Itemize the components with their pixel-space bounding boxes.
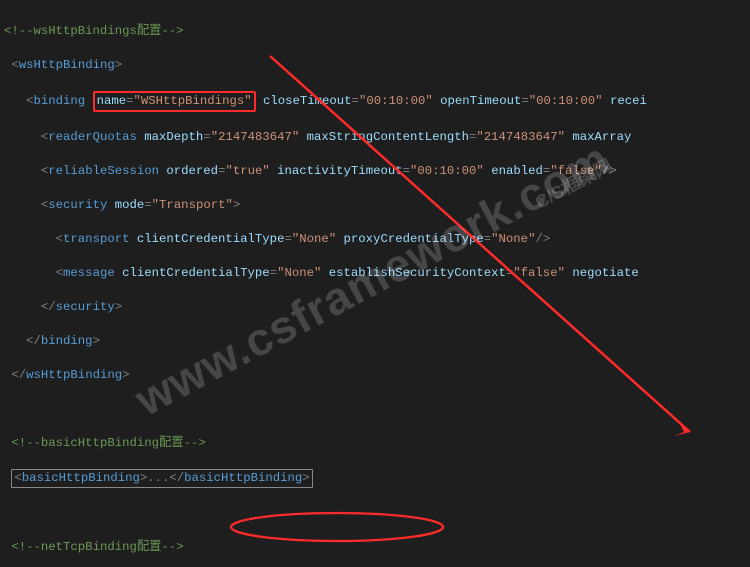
code-line [4,401,750,418]
code-line: <readerQuotas maxDepth="2147483647" maxS… [4,129,750,146]
code-line: <binding name="WSHttpBindings" closeTime… [4,91,750,112]
highlight-name-wshttpbindings: name="WSHttpBindings" [93,91,256,112]
code-line: <message clientCredentialType="None" est… [4,265,750,282]
code-line: <reliableSession ordered="true" inactivi… [4,163,750,180]
comment-wshttp: <!--wsHttpBindings配置--> [4,24,184,38]
code-line: <wsHttpBinding> [4,57,750,74]
comment-basichttp: <!--basicHttpBinding配置--> [11,436,205,450]
code-line: <transport clientCredentialType="None" p… [4,231,750,248]
code-line: </wsHttpBinding> [4,367,750,384]
code-block: <!--wsHttpBindings配置--> <wsHttpBinding> … [0,0,750,567]
code-line: <security mode="Transport"> [4,197,750,214]
code-line [4,505,750,522]
code-line: <!--basicHttpBinding配置--> [4,435,750,452]
code-line: </security> [4,299,750,316]
code-line: <!--wsHttpBindings配置--> [4,23,750,40]
code-line: <!--netTcpBinding配置--> [4,539,750,556]
collapsed-basichttp: <basicHttpBinding>...</basicHttpBinding> [11,469,312,488]
comment-nettcp: <!--netTcpBinding配置--> [11,540,183,554]
code-line: <basicHttpBinding>...</basicHttpBinding> [4,469,750,488]
code-line: </binding> [4,333,750,350]
